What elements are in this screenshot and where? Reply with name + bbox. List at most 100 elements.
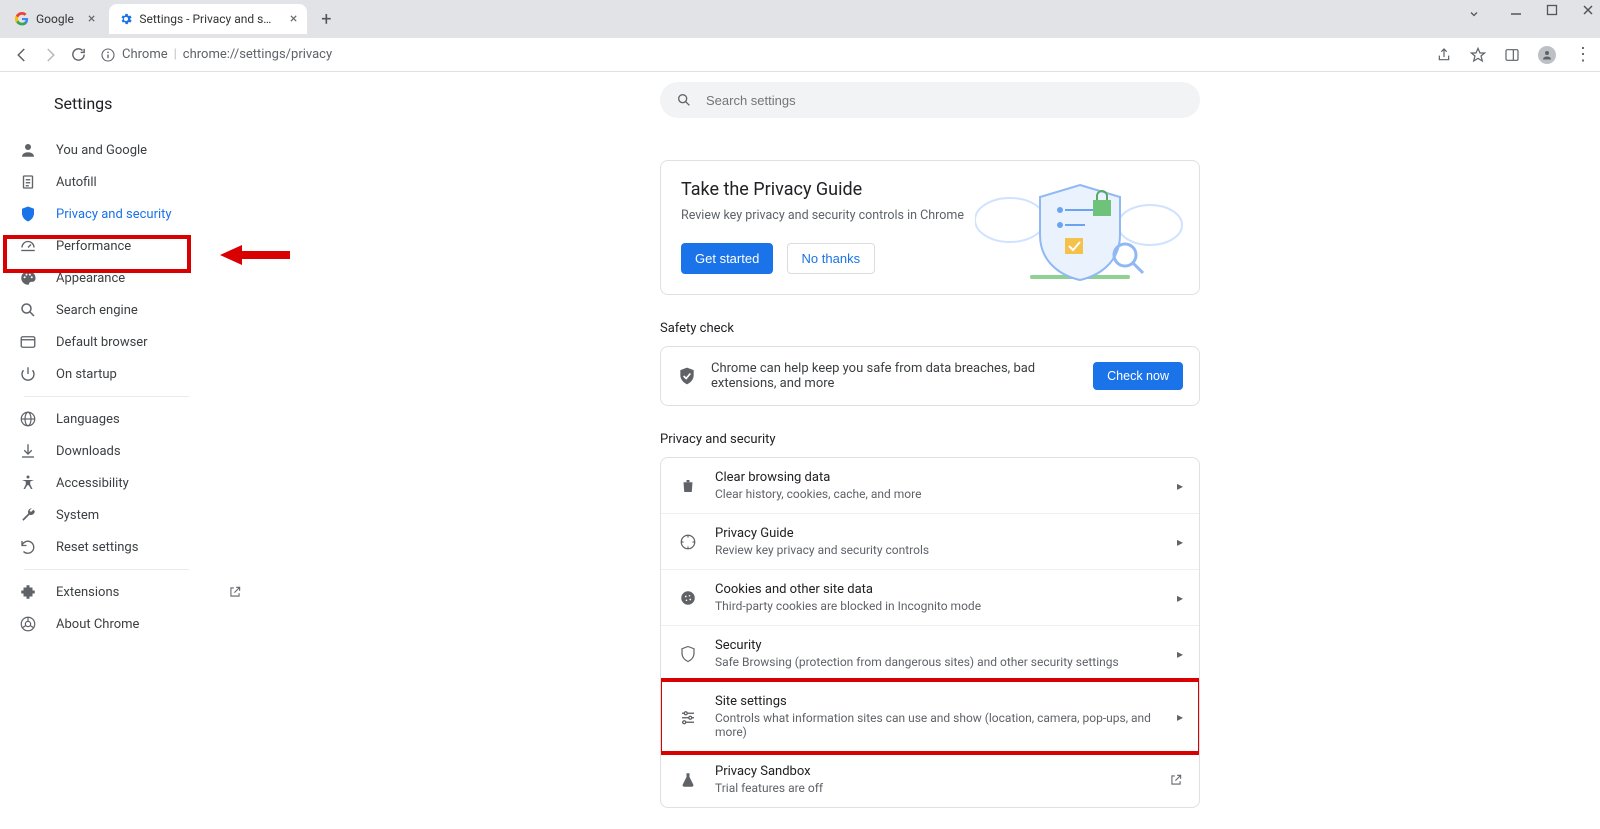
sidebar-item-label: On startup [56, 367, 117, 382]
row-security[interactable]: Security Safe Browsing (protection from d… [661, 626, 1199, 682]
sidebar-item-accessibility[interactable]: Accessibility [0, 467, 260, 499]
browser-window-icon [18, 332, 38, 352]
window-close-icon[interactable] [1582, 4, 1596, 16]
sidebar-item-label: Performance [56, 239, 131, 254]
sidebar-item-label: Default browser [56, 335, 148, 350]
nav-back-button[interactable] [8, 41, 36, 69]
nav-reload-button[interactable] [64, 41, 92, 69]
google-g-icon [14, 11, 30, 27]
gear-icon [119, 11, 133, 27]
new-tab-button[interactable]: + [313, 6, 339, 32]
sidebar-item-label: Accessibility [56, 476, 129, 491]
search-icon [676, 92, 692, 108]
shield-check-icon [677, 366, 697, 386]
chevron-right-icon: ▸ [1177, 647, 1183, 661]
sidebar-item-label: About Chrome [56, 617, 139, 632]
privacy-guide-illustration [975, 175, 1185, 290]
tab-close-icon[interactable]: × [88, 11, 95, 27]
sidebar-item-on-startup[interactable]: On startup [0, 358, 260, 390]
restore-icon [18, 537, 38, 557]
privacy-guide-card: Take the Privacy Guide Review key privac… [660, 160, 1200, 295]
cookie-icon [677, 589, 699, 607]
share-icon[interactable] [1436, 47, 1452, 63]
accessibility-icon [18, 473, 38, 493]
chrome-menu-icon[interactable]: ⋮ [1574, 44, 1592, 65]
chrome-logo-icon [18, 92, 40, 114]
sidebar-item-you-and-google[interactable]: You and Google [0, 134, 260, 166]
profile-avatar-icon[interactable] [1538, 46, 1556, 64]
person-icon [18, 140, 38, 160]
tab-google[interactable]: Google × [4, 4, 105, 34]
browser-toolbar: Chrome | chrome://settings/privacy ⋮ [0, 38, 1600, 72]
bookmark-star-icon[interactable] [1470, 47, 1486, 63]
nav-forward-button[interactable] [36, 41, 64, 69]
sidebar-item-extensions[interactable]: Extensions [0, 576, 260, 608]
search-icon [18, 300, 38, 320]
chevron-right-icon: ▸ [1177, 479, 1183, 493]
tab-close-icon[interactable]: × [290, 11, 297, 27]
row-sub: Safe Browsing (protection from dangerous… [715, 655, 1177, 669]
clipboard-icon [18, 172, 38, 192]
row-site-settings[interactable]: Site settings Controls what information s… [661, 682, 1199, 752]
sidebar-item-label: Privacy and security [56, 207, 172, 222]
sidebar-item-autofill[interactable]: Autofill [0, 166, 260, 198]
sidebar-item-performance[interactable]: Performance [0, 230, 260, 262]
settings-search[interactable] [660, 82, 1200, 118]
privacy-security-list: Clear browsing data Clear history, cookie… [660, 457, 1200, 808]
row-sub: Controls what information sites can use … [715, 711, 1177, 739]
safety-check-label: Safety check [660, 321, 1200, 336]
row-privacy-guide[interactable]: Privacy GuideReview key privacy and secu… [661, 514, 1199, 570]
row-sub: Third-party cookies are blocked in Incog… [715, 599, 1177, 613]
settings-sidebar: Settings You and Google Autofill Privacy… [0, 72, 260, 829]
row-cookies[interactable]: Cookies and other site dataThird-party c… [661, 570, 1199, 626]
window-minimize-icon[interactable] [1510, 4, 1524, 16]
chevron-right-icon: ▸ [1177, 710, 1183, 724]
sidebar-item-label: Search engine [56, 303, 138, 318]
extension-icon [18, 582, 38, 602]
shield-icon [677, 645, 699, 663]
sidebar-item-search-engine[interactable]: Search engine [0, 294, 260, 326]
tab-settings-active[interactable]: Settings - Privacy and security × [109, 4, 307, 34]
site-info-icon[interactable] [100, 47, 116, 63]
chrome-outline-icon [18, 614, 38, 634]
sidebar-item-appearance[interactable]: Appearance [0, 262, 260, 294]
sidebar-item-default-browser[interactable]: Default browser [0, 326, 260, 358]
sidebar-item-languages[interactable]: Languages [0, 403, 260, 435]
omnibox[interactable]: Chrome | chrome://settings/privacy [100, 47, 332, 63]
check-now-button[interactable]: Check now [1093, 362, 1183, 390]
row-sub: Review key privacy and security controls [715, 543, 1177, 557]
safety-check-card: Chrome can help keep you safe from data … [660, 346, 1200, 406]
row-title: Security [715, 638, 1177, 653]
chevron-right-icon: ▸ [1177, 591, 1183, 605]
download-icon [18, 441, 38, 461]
sidebar-item-label: Autofill [56, 175, 97, 190]
sidebar-item-label: Downloads [56, 444, 121, 459]
get-started-button[interactable]: Get started [681, 243, 773, 274]
settings-search-input[interactable] [706, 93, 1184, 108]
external-link-icon [1169, 773, 1183, 787]
side-panel-icon[interactable] [1504, 47, 1520, 63]
flask-icon [677, 771, 699, 789]
settings-main: Take the Privacy Guide Review key privac… [260, 72, 1600, 829]
sidebar-item-about-chrome[interactable]: About Chrome [0, 608, 260, 640]
no-thanks-button[interactable]: No thanks [787, 243, 876, 274]
row-privacy-sandbox[interactable]: Privacy SandboxTrial features are off [661, 752, 1199, 807]
row-title: Site settings [715, 694, 1177, 709]
sidebar-item-downloads[interactable]: Downloads [0, 435, 260, 467]
chevron-right-icon: ▸ [1177, 535, 1183, 549]
window-maximize-icon[interactable] [1546, 4, 1560, 16]
row-clear-browsing-data[interactable]: Clear browsing data Clear history, cookie… [661, 458, 1199, 514]
row-sub: Clear history, cookies, cache, and more [715, 487, 1177, 501]
tabs-overflow-chevron-icon[interactable] [1468, 8, 1480, 20]
row-title: Clear browsing data [715, 470, 1177, 485]
sidebar-item-privacy-security[interactable]: Privacy and security [0, 198, 260, 230]
speedometer-icon [18, 236, 38, 256]
omnibox-url: chrome://settings/privacy [183, 47, 332, 62]
safety-check-text: Chrome can help keep you safe from data … [711, 361, 1093, 391]
sidebar-item-label: Appearance [56, 271, 125, 286]
page-title: Settings [54, 94, 112, 113]
sidebar-item-reset-settings[interactable]: Reset settings [0, 531, 260, 563]
sidebar-item-label: System [56, 508, 99, 523]
row-title: Privacy Sandbox [715, 764, 1169, 779]
sidebar-item-system[interactable]: System [0, 499, 260, 531]
